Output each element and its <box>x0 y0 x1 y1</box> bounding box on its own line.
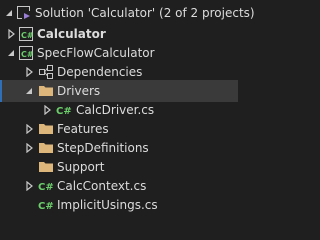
csharp-file-icon: C# <box>38 197 54 213</box>
expand-arrow-icon[interactable] <box>24 143 34 153</box>
collapse-arrow-icon[interactable] <box>6 48 16 58</box>
csharp-project-icon: C# <box>18 45 34 61</box>
tree-item-label: ImplicitUsings.cs <box>57 198 158 212</box>
svg-text:C#: C# <box>56 106 72 117</box>
tree-item-label: Support <box>57 160 105 174</box>
tree-item-label: Features <box>57 122 109 136</box>
expand-arrow-icon[interactable] <box>24 67 34 77</box>
expand-arrow-icon[interactable] <box>6 29 16 39</box>
expand-arrow-icon[interactable] <box>42 105 52 115</box>
tree-item-label: CalcContext.cs <box>57 179 147 193</box>
solution-label: Solution 'Calculator' (2 of 2 projects) <box>35 6 255 20</box>
project-label: SpecFlowCalculator <box>37 46 155 60</box>
folder-icon <box>38 83 54 99</box>
csharp-file-icon: C# <box>56 102 72 118</box>
tree-row-implicitusings[interactable]: C# ImplicitUsings.cs <box>0 194 238 216</box>
project-label: Calculator <box>37 27 106 41</box>
tree-item-label: StepDefinitions <box>57 141 149 155</box>
expand-arrow-icon[interactable] <box>24 124 34 134</box>
tree-row-solution[interactable]: Solution 'Calculator' (2 of 2 projects) <box>0 2 255 24</box>
svg-text:C#: C# <box>38 182 54 193</box>
csharp-project-icon: C# <box>18 26 34 42</box>
svg-text:C#: C# <box>38 201 54 212</box>
svg-text:C#: C# <box>21 50 34 59</box>
folder-icon <box>38 159 54 175</box>
collapse-arrow-icon[interactable] <box>24 86 34 96</box>
dependencies-icon <box>38 64 54 80</box>
expand-arrow-icon[interactable] <box>4 8 14 18</box>
solution-explorer-tree: Solution 'Calculator' (2 of 2 projects) … <box>0 0 255 216</box>
expand-arrow-icon[interactable] <box>24 181 34 191</box>
folder-icon <box>38 140 54 156</box>
tree-item-label: CalcDriver.cs <box>76 103 155 117</box>
solution-icon <box>16 5 32 21</box>
folder-icon <box>38 121 54 137</box>
tree-item-label: Dependencies <box>57 65 143 79</box>
csharp-file-icon: C# <box>38 178 54 194</box>
svg-text:C#: C# <box>21 31 34 40</box>
tree-item-label: Drivers <box>57 84 101 98</box>
